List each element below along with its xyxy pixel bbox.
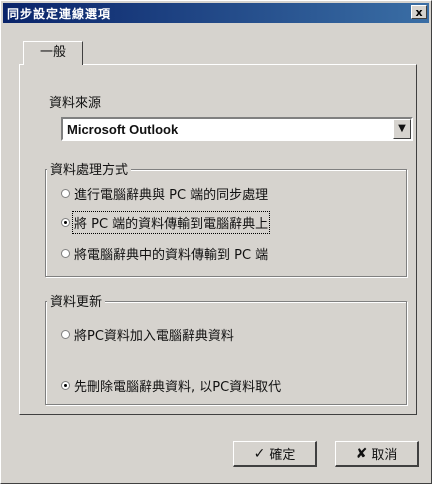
ok-button[interactable]: ✓ 確定 — [233, 441, 317, 467]
dialog-window: 同步設定連線選項 x 一般 資料來源 Microsoft Outlook ▼ 資… — [0, 0, 432, 484]
processing-group-label: 資料處理方式 — [47, 159, 132, 178]
update-option-label: 先刪除電腦辭典資料, 以PC資料取代 — [74, 380, 282, 395]
check-icon: ✓ — [253, 445, 266, 462]
radio-icon[interactable] — [61, 249, 70, 258]
update-group-label: 資料更新 — [47, 291, 106, 310]
cross-icon: ✘ — [355, 445, 368, 462]
radio-selected-icon[interactable] — [61, 381, 70, 390]
title-bar[interactable]: 同步設定連線選項 x — [3, 3, 429, 23]
data-source-select[interactable]: Microsoft Outlook ▼ — [61, 117, 413, 141]
ok-button-label: 確定 — [269, 448, 296, 463]
processing-option-sync[interactable]: 進行電腦辭典與 PC 端的同步處理 — [61, 184, 268, 203]
tab-general[interactable]: 一般 — [23, 41, 83, 65]
processing-option-dict-to-pc[interactable]: 將電腦辭典中的資料傳輸到 PC 端 — [61, 244, 268, 263]
update-option-replace[interactable]: 先刪除電腦辭典資料, 以PC資料取代 — [61, 376, 281, 395]
update-option-append[interactable]: 將PC資料加入電腦辭典資料 — [61, 325, 234, 344]
processing-option-label: 進行電腦辭典與 PC 端的同步處理 — [74, 188, 269, 203]
radio-selected-icon[interactable] — [61, 218, 70, 227]
cancel-button-label: 取消 — [371, 448, 398, 463]
radio-icon[interactable] — [61, 330, 70, 339]
chevron-down-icon[interactable]: ▼ — [393, 119, 411, 139]
cancel-button[interactable]: ✘ 取消 — [335, 441, 419, 467]
processing-option-pc-to-dict[interactable]: 將 PC 端的資料傳輸到電腦辭典上 — [61, 211, 271, 234]
radio-icon[interactable] — [61, 189, 70, 198]
close-button[interactable]: x — [411, 5, 427, 19]
window-title: 同步設定連線選項 — [7, 6, 112, 21]
data-source-value: Microsoft Outlook — [67, 122, 179, 137]
data-source-label: 資料來源 — [49, 96, 102, 111]
update-option-label: 將PC資料加入電腦辭典資料 — [74, 329, 234, 344]
processing-option-label: 將電腦辭典中的資料傳輸到 PC 端 — [74, 248, 269, 263]
processing-option-label: 將 PC 端的資料傳輸到電腦辭典上 — [71, 211, 271, 234]
